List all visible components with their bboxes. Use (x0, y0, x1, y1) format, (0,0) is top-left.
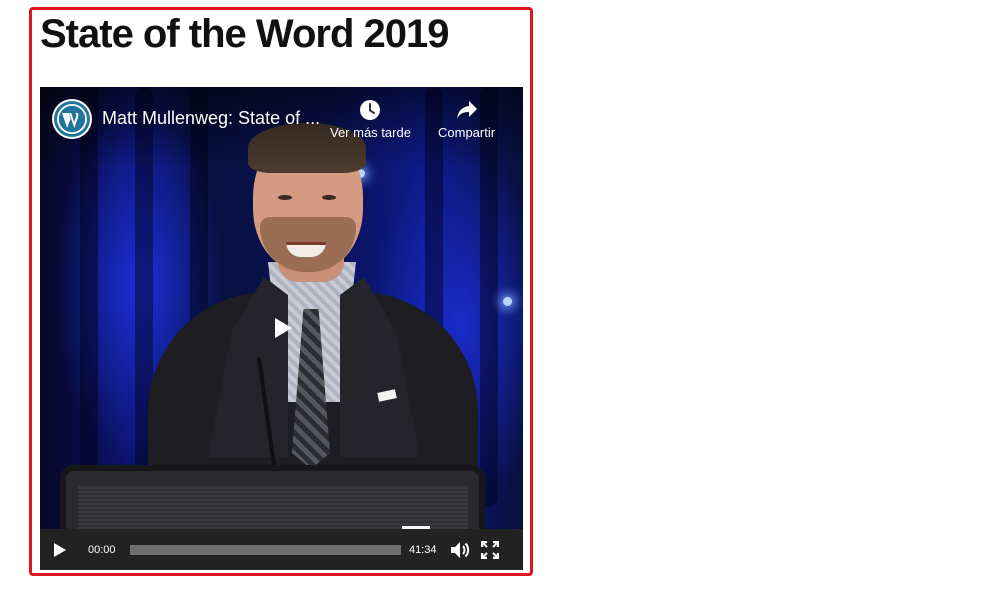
page: State of the Word 2019 Matt Mullenweg: S… (0, 0, 1005, 589)
stage-light (503, 297, 512, 306)
speaker-eye (322, 195, 336, 200)
play-icon (275, 318, 292, 338)
video-player[interactable]: Matt Mullenweg: State of ... Ver más tar… (40, 87, 523, 570)
volume-button[interactable] (445, 529, 475, 570)
post-title: State of the Word 2019 (40, 12, 449, 56)
control-bar: 00:00 41:34 (40, 529, 523, 570)
current-time: 00:00 (88, 543, 116, 556)
watch-later-label: Ver más tarde (330, 125, 411, 140)
wordpress-logo-icon[interactable] (52, 99, 92, 139)
share-button[interactable]: Compartir (438, 99, 495, 140)
share-arrow-icon (456, 101, 477, 119)
share-label: Compartir (438, 125, 496, 140)
speaker-eye (278, 195, 292, 200)
video-title[interactable]: Matt Mullenweg: State of ... (102, 108, 320, 129)
fullscreen-icon (481, 540, 499, 559)
play-button[interactable] (40, 529, 80, 570)
play-icon (54, 542, 66, 557)
big-play-button[interactable] (266, 311, 300, 345)
clock-icon (360, 100, 381, 120)
progress-bar[interactable] (130, 544, 401, 555)
total-time: 41:34 (409, 543, 437, 556)
volume-icon (451, 541, 470, 558)
watch-later-button[interactable]: Ver más tarde (330, 99, 411, 140)
fullscreen-button[interactable] (475, 529, 505, 570)
